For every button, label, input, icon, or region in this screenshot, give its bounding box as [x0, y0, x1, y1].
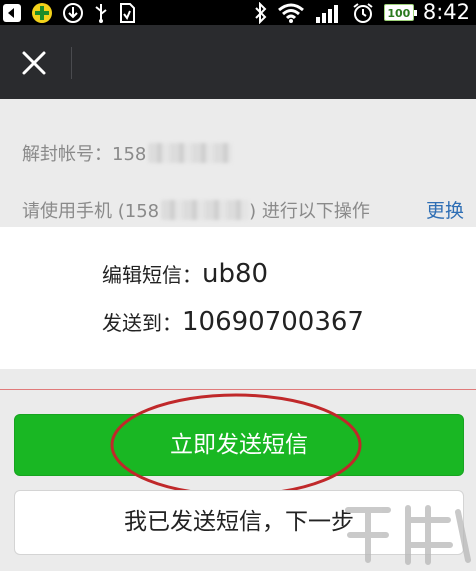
- divider-line: [0, 389, 476, 390]
- masked-phone-number: [161, 200, 250, 220]
- signal-icon: [315, 4, 338, 23]
- edit-sms-label: 编辑短信：: [102, 263, 202, 287]
- masked-account-number: [148, 143, 233, 163]
- battery-icon: 100: [383, 4, 417, 21]
- close-icon: [22, 51, 46, 75]
- account-row: 解封帐号：158: [22, 140, 233, 166]
- usb-icon: [95, 4, 107, 23]
- phone-suffix: ) 进行以下操作: [249, 201, 370, 222]
- alarm-icon: [353, 2, 373, 23]
- edit-sms-row: 编辑短信：ub80: [102, 259, 268, 289]
- account-info: 解封帐号：158 请使用手机 (158 ) 进行以下操作 更换: [0, 99, 476, 227]
- sms-instructions-card: 编辑短信：ub80 发送到：10690700367: [0, 227, 476, 369]
- sent-next-step-button[interactable]: 我已发送短信，下一步: [14, 490, 464, 555]
- clock: 8:42: [422, 0, 470, 24]
- account-label: 解封帐号：158: [22, 144, 147, 165]
- phone-prefix: 请使用手机 (158: [22, 201, 160, 222]
- security-app-icon: [32, 3, 52, 23]
- send-to-number: 10690700367: [182, 307, 364, 337]
- download-icon: [63, 3, 83, 23]
- bluetooth-icon: [255, 1, 267, 24]
- sd-card-icon: [120, 3, 135, 23]
- wifi-icon: [277, 3, 304, 23]
- back-icon: [3, 4, 21, 22]
- title-divider: [71, 47, 72, 79]
- send-to-row: 发送到：10690700367: [102, 307, 364, 337]
- status-icons-left: [2, 2, 136, 24]
- phone-row: 请使用手机 (158 ) 进行以下操作: [22, 197, 370, 223]
- change-phone-link[interactable]: 更换: [426, 196, 464, 223]
- title-bar: [0, 25, 476, 99]
- sms-content: ub80: [202, 259, 269, 289]
- status-bar: 100 8:42: [0, 0, 476, 25]
- close-button[interactable]: [16, 45, 52, 81]
- send-to-label: 发送到：: [102, 311, 182, 335]
- send-sms-now-button[interactable]: 立即发送短信: [14, 414, 464, 476]
- status-icons-right: 100 8:42: [254, 0, 470, 25]
